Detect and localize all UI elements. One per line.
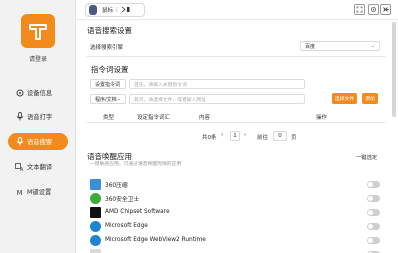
- app-row: 360安全卫士: [90, 192, 380, 204]
- edge-webview-icon: [90, 234, 101, 246]
- engine-label: 选择搜索引擎: [90, 45, 124, 51]
- table-header-divider: [86, 122, 386, 123]
- m-key-icon: M: [15, 187, 24, 196]
- translate-icon: A: [15, 162, 24, 171]
- app-toggle[interactable]: [367, 180, 380, 188]
- commands-title: 指令词设置: [91, 65, 129, 74]
- app-name: Microsoft Edge WebView2 Runtime: [105, 237, 206, 243]
- app-name: AMD Chipset Software: [105, 209, 170, 215]
- sidebar-item-label: 语音打字: [27, 114, 53, 121]
- device-name: 鼠标: [102, 8, 114, 14]
- svg-text:M: M: [16, 189, 22, 196]
- voice-search-icon: [15, 137, 24, 146]
- pager-current-page[interactable]: 1: [230, 131, 240, 141]
- sidebar-item-text-translate[interactable]: A 文本翻译: [8, 158, 68, 175]
- device-tab[interactable]: 鼠标 |: [85, 3, 145, 17]
- column-header-action: 操作: [316, 115, 328, 121]
- choose-file-button[interactable]: 选择文件: [332, 93, 357, 104]
- app-toggle[interactable]: [367, 194, 380, 202]
- sidebar: 请登录 设备信息 语音打字 语音搜索 A 文本翻译 M M键设置: [0, 0, 76, 253]
- app-name: 360压缩: [105, 182, 128, 189]
- amd-icon: [90, 206, 101, 218]
- column-header-content: 内容: [199, 115, 211, 121]
- scrollbar[interactable]: [392, 22, 396, 117]
- pager-page-suffix: 页: [291, 135, 297, 141]
- app-row: 360压缩: [90, 178, 380, 190]
- screenshot-icon[interactable]: [354, 4, 365, 15]
- mic-device-icon: [89, 5, 97, 15]
- 360safe-icon: [90, 192, 101, 204]
- chevron-down-icon: ⌄: [116, 96, 121, 102]
- voice-search-title: 语音搜索设置: [87, 26, 132, 35]
- pager-total: 共0条: [202, 135, 217, 141]
- command-word-input[interactable]: 首先，请输入关键指令词: [129, 79, 305, 89]
- pager-goto-input[interactable]: 0: [273, 131, 287, 141]
- sidebar-item-voice-search[interactable]: 语音搜索: [8, 133, 68, 150]
- column-header-word: 设定指令词汇: [137, 115, 171, 121]
- battery-icon: [121, 6, 131, 15]
- sidebar-item-label: 语音搜索: [27, 139, 53, 146]
- divider: [86, 56, 386, 57]
- login-link[interactable]: 请登录: [0, 54, 76, 63]
- app-toggle[interactable]: [367, 208, 380, 216]
- select-all-link[interactable]: 一键选定: [356, 153, 377, 161]
- sidebar-item-voice-typing[interactable]: 语音打字: [8, 108, 68, 125]
- app-name: 360安全卫士: [105, 196, 140, 203]
- close-icon[interactable]: [380, 4, 391, 15]
- app-name: Microsoft Edge: [105, 223, 148, 229]
- app-row: AMD Chipset Software: [90, 206, 380, 218]
- pager-goto-label: 前往: [257, 135, 269, 141]
- wake-apps-subtitle: 一键敏感应用，可通过语音唤醒而弹的应用: [90, 162, 182, 167]
- sidebar-item-device-info[interactable]: 设备信息: [8, 84, 68, 101]
- device-icon: [15, 88, 24, 97]
- app-row: Microsoft Edge: [90, 220, 380, 232]
- main-content: 语音搜索设置 选择搜索引擎 百度 ⌄ 指令词设置 设置指令词 首先，请输入关键指…: [77, 20, 398, 253]
- app-row: [90, 248, 380, 253]
- mic-icon: [15, 112, 24, 121]
- edge-icon: [90, 220, 101, 232]
- settings-icon[interactable]: [368, 4, 379, 15]
- app-toggle[interactable]: [367, 236, 380, 244]
- command-type-select[interactable]: 设置指令词: [90, 79, 126, 89]
- pager-prev-icon[interactable]: ‹: [221, 132, 223, 138]
- add-button[interactable]: 添加: [362, 93, 378, 104]
- column-header-type: 类型: [103, 115, 115, 121]
- sidebar-item-label: 文本翻译: [27, 164, 53, 171]
- sidebar-item-label: M键设置: [27, 189, 52, 196]
- sidebar-item-label: 设备信息: [27, 90, 53, 97]
- app-logo: [21, 14, 55, 48]
- top-bar: 鼠标 |: [77, 0, 398, 20]
- sidebar-item-m-key[interactable]: M M键设置: [8, 183, 68, 200]
- app-row: Microsoft Edge WebView2 Runtime: [90, 234, 380, 246]
- engine-select[interactable]: 百度 ⌄: [300, 41, 380, 51]
- 360zip-icon: [90, 178, 101, 190]
- chevron-down-icon: ⌄: [370, 43, 375, 49]
- app-toggle[interactable]: [367, 222, 380, 230]
- program-type-select[interactable]: 程序/文档 ⌄: [90, 94, 126, 104]
- svg-text:A: A: [20, 167, 24, 171]
- program-path-input[interactable]: 其次，请选择文件，或者输入网址: [129, 94, 305, 104]
- pager-next-icon[interactable]: ›: [244, 132, 246, 138]
- app-icon: [90, 248, 101, 253]
